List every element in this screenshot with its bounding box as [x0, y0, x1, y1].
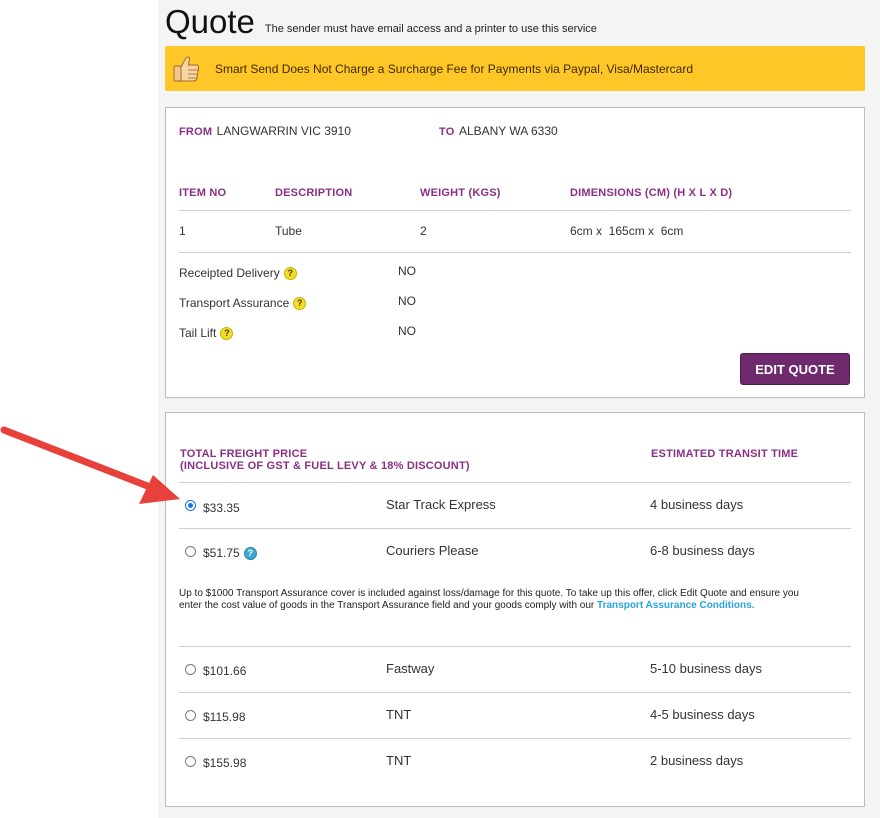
col-header-dimensions: DIMENSIONS (CM) (H X L X D)	[570, 187, 733, 199]
table-divider	[179, 482, 851, 483]
note-end: .	[751, 600, 755, 611]
cell-weight: 2	[420, 224, 427, 238]
col-header-weight: WEIGHT (KGS)	[420, 187, 501, 199]
promo-text: Smart Send Does Not Charge a Surcharge F…	[215, 61, 694, 76]
transport-assurance-note: Up to $1000 Transport Assurance cover is…	[179, 588, 819, 612]
table-divider	[179, 252, 851, 253]
table-divider	[179, 210, 851, 211]
cell-item-no: 1	[179, 224, 186, 238]
promo-banner: Smart Send Does Not Charge a Surcharge F…	[165, 46, 865, 91]
col-header-item-no: ITEM NO	[179, 187, 227, 199]
price-value: $51.75?	[203, 546, 257, 560]
price-header-line1: TOTAL FREIGHT PRICE	[180, 448, 308, 460]
table-divider	[179, 528, 851, 529]
transit-header: ESTIMATED TRANSIT TIME	[651, 448, 799, 460]
table-divider	[179, 646, 851, 647]
option-value: NO	[398, 264, 416, 278]
price-header-line2: (INCLUSIVE OF GST & FUEL LEVY & 18% DISC…	[180, 460, 470, 472]
cell-dimensions: 6cm x 165cm x 6cm	[570, 224, 684, 238]
transit-time: 2 business days	[650, 753, 744, 768]
transit-time: 6-8 business days	[650, 543, 755, 558]
price-radio[interactable]	[185, 710, 196, 721]
carrier-name: Couriers Please	[386, 543, 479, 558]
price-value: $115.98	[203, 710, 246, 724]
carrier-name: Fastway	[386, 661, 435, 676]
option-value: NO	[398, 324, 416, 338]
transport-assurance-conditions-link[interactable]: Transport Assurance Conditions	[597, 600, 752, 611]
page-title: Quote	[165, 3, 255, 40]
from-label: FROM	[179, 126, 213, 138]
carrier-name: TNT	[386, 753, 412, 768]
from-value: LANGWARRIN VIC 3910	[216, 124, 351, 138]
carrier-name: TNT	[386, 707, 412, 722]
info-icon[interactable]: ?	[243, 547, 257, 560]
to-label: TO	[439, 126, 455, 138]
annotation-arrow-icon	[0, 426, 180, 504]
route-to: TO ALBANY WA 6330	[439, 122, 558, 140]
freight-prices-panel: TOTAL FREIGHT PRICE (INCLUSIVE OF GST & …	[165, 412, 865, 807]
page-subtitle: The sender must have email access and a …	[264, 23, 597, 35]
col-header-description: DESCRIPTION	[275, 187, 353, 199]
price-radio[interactable]	[185, 756, 196, 767]
option-tail-lift: Tail Lift?	[179, 324, 234, 342]
route-from: FROM LANGWARRIN VIC 3910	[179, 122, 351, 140]
option-receipted-delivery: Receipted Delivery?	[179, 264, 297, 282]
price-radio[interactable]	[185, 664, 196, 675]
transit-time: 5-10 business days	[650, 661, 763, 676]
help-icon[interactable]: ?	[293, 297, 307, 310]
thumbs-up-icon	[173, 56, 200, 81]
cell-description: Tube	[275, 224, 302, 238]
transit-time: 4-5 business days	[650, 707, 755, 722]
carrier-name: Star Track Express	[386, 497, 496, 512]
option-value: NO	[398, 294, 416, 308]
price-text: $51.75	[203, 546, 240, 560]
option-label: Transport Assurance	[179, 296, 290, 310]
option-transport-assurance: Transport Assurance?	[179, 294, 307, 312]
edit-quote-button[interactable]: EDIT QUOTE	[740, 353, 850, 385]
price-radio[interactable]	[185, 546, 196, 557]
table-divider	[179, 692, 851, 693]
option-label: Receipted Delivery	[179, 266, 280, 280]
page-header: Quote The sender must have email access …	[165, 0, 597, 40]
help-icon[interactable]: ?	[283, 267, 297, 280]
option-label: Tail Lift	[179, 326, 217, 340]
price-value: $33.35	[203, 501, 240, 515]
help-icon[interactable]: ?	[220, 327, 234, 340]
table-divider	[179, 738, 851, 739]
quote-summary-panel: FROM LANGWARRIN VIC 3910 TO ALBANY WA 63…	[165, 107, 865, 398]
to-value: ALBANY WA 6330	[458, 124, 558, 138]
price-value: $101.66	[203, 664, 247, 678]
price-value: $155.98	[203, 756, 247, 770]
transit-time: 4 business days	[650, 497, 744, 512]
